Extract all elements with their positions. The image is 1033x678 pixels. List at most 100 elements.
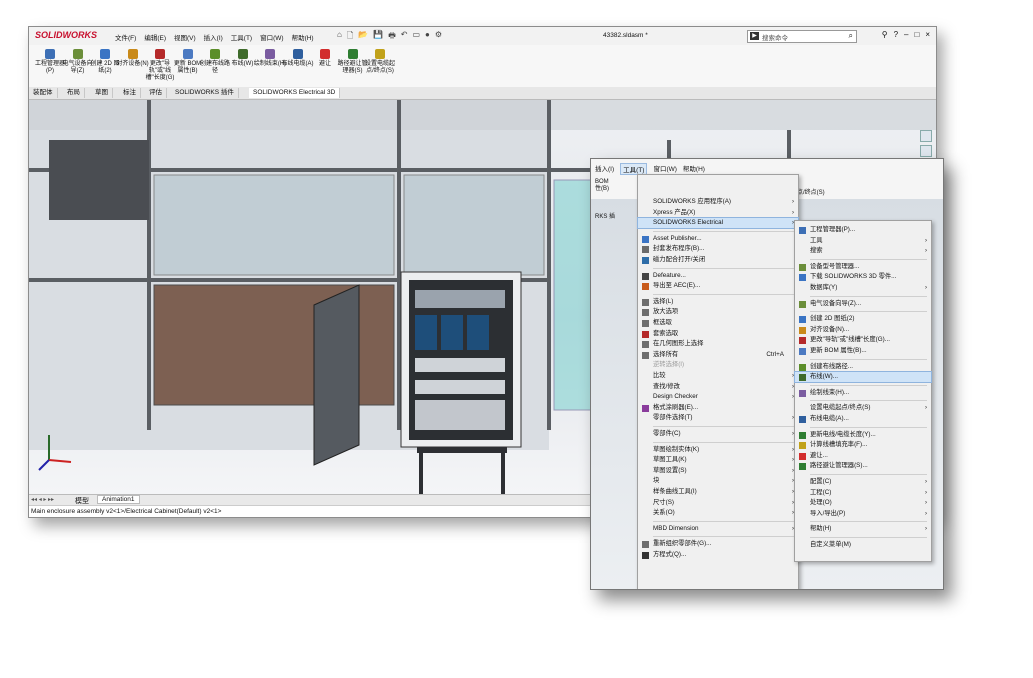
menu-item[interactable]: 搜索 › — [795, 246, 931, 256]
close-icon[interactable]: × — [925, 30, 930, 39]
select-icon[interactable]: ▭ — [412, 30, 420, 44]
ribbon-button[interactable]: 设置电缆起点/终点(S) — [363, 49, 397, 75]
tab-animation1[interactable]: Animation1 — [97, 495, 140, 504]
submenu-arrow-icon: › — [925, 500, 927, 507]
menu-item[interactable]: 更新 BOM 属性(B)... — [795, 346, 931, 356]
menu-item[interactable]: 绘制线束(H)... — [795, 388, 931, 398]
print-icon[interactable]: 🖶 — [388, 30, 396, 44]
menu-item[interactable]: 窗口(W) — [260, 32, 283, 42]
menu-item[interactable]: 插入(I) — [204, 32, 223, 42]
search-icon[interactable]: ⌕ — [849, 31, 853, 41]
menu-item[interactable]: SOLIDWORKS 应用程序(A) › — [638, 197, 798, 207]
menu-item[interactable]: 电气设备向导(Z)... — [795, 299, 931, 309]
menu-item[interactable]: 草图设置(S) › — [638, 466, 798, 476]
home-icon[interactable]: ⌂ — [337, 30, 342, 44]
menu-item[interactable]: Xpress 产品(X) › — [638, 208, 798, 218]
menu-item[interactable]: 零部件(C) › — [638, 429, 798, 439]
tab-2[interactable]: 草图 — [91, 88, 113, 98]
menu-item[interactable]: 工程(C) › — [795, 488, 931, 498]
menu-item[interactable]: 磁力配合打开/关闭 — [638, 255, 798, 265]
menu-item[interactable]: 工具 › — [795, 236, 931, 246]
options-icon[interactable]: ⚙ — [435, 30, 442, 44]
menu-item[interactable]: 查找/修改 › — [638, 382, 798, 392]
menu-item[interactable]: 比较 › — [638, 371, 798, 381]
menu-item[interactable]: 下载 SOLIDWORKS 3D 零件... — [795, 272, 931, 282]
menu-item[interactable]: 工具(T) — [231, 32, 252, 42]
menu-item[interactable]: 选择(L) — [638, 297, 798, 307]
menu-item[interactable]: 帮助(H) › — [795, 524, 931, 534]
menu-item[interactable]: 文件(F) — [115, 32, 136, 42]
menu-item[interactable]: 数据库(Y) › — [795, 283, 931, 293]
restore-icon[interactable]: □ — [914, 30, 919, 39]
menu-item[interactable]: 设备型号管理器... — [795, 262, 931, 272]
menu-item[interactable]: 零部件选择(T) › — [638, 413, 798, 423]
menu-item[interactable]: 样条曲线工具(I) › — [638, 487, 798, 497]
menu-item[interactable]: 方程式(Q)... — [638, 550, 798, 560]
menu-item[interactable]: 更改"导轨"或"线槽"长度(G)... — [795, 335, 931, 345]
menu-item[interactable]: 帮助(H) — [292, 32, 314, 42]
menu-item[interactable]: 更新电线/电缆长度(Y)... — [795, 430, 931, 440]
tab-3[interactable]: 标注 — [119, 88, 141, 98]
menu-item[interactable]: 封套发布程序(B)... — [638, 244, 798, 254]
undo-icon[interactable]: ↶ — [401, 30, 408, 44]
menu-item[interactable]: 放大选项 — [638, 307, 798, 317]
save-icon[interactable]: 💾 — [373, 30, 383, 44]
menu-item[interactable]: 自定义菜单(M) — [795, 540, 931, 550]
menu-item[interactable]: 在几何图形上选择 — [638, 339, 798, 349]
minimize-icon[interactable]: – — [904, 30, 908, 39]
submenu-arrow-icon: › — [925, 526, 927, 533]
menu-item[interactable]: 草图工具(K) › — [638, 455, 798, 465]
rebuild-icon[interactable]: ● — [425, 30, 430, 44]
menu-item[interactable]: 框选取 — [638, 318, 798, 328]
menu-item[interactable]: 设置电缆起点/终点(S) › — [795, 403, 931, 413]
tab-0[interactable]: 装配体 — [29, 88, 58, 98]
menu-item[interactable]: 草图绘制实体(K) › — [638, 445, 798, 455]
menu-item-label: 在几何图形上选择 — [653, 340, 704, 348]
menu-item[interactable]: 编辑(E) — [144, 32, 166, 42]
new-file-icon[interactable]: 🗋 — [347, 30, 353, 44]
menu-item[interactable]: 导入/导出(P) › — [795, 509, 931, 519]
resources-icon[interactable] — [920, 130, 932, 142]
menu-item[interactable]: 路径避让管理器(S)... — [795, 461, 931, 471]
menu-item[interactable]: 套索选取 — [638, 329, 798, 339]
cabinet-stand-top — [417, 447, 507, 453]
menu-item[interactable]: SOLIDWORKS Electrical › — [637, 217, 799, 230]
menu-item[interactable]: 计算线槽填充率(F)... — [795, 440, 931, 450]
help-icon[interactable]: ? — [894, 30, 898, 39]
menu-item[interactable]: 工程管理器(P)... — [795, 225, 931, 235]
tab-scroll-arrows-icon[interactable]: ◂◂ ◂ ▸ ▸▸ — [31, 496, 54, 503]
menu-item[interactable]: 导出至 AEC(E)... — [638, 281, 798, 291]
search-scope-icon[interactable]: ▶ — [750, 32, 759, 40]
menu-item-label: 草图绘制实体(K) — [653, 445, 700, 453]
menu-item[interactable]: 创建 2D 图纸(2) — [795, 314, 931, 324]
search-commands[interactable]: ▶ 搜索命令 ⌕ — [747, 30, 857, 43]
menu-item[interactable]: 选择所有 Ctrl+A — [638, 350, 798, 360]
menu-item[interactable]: 创建布线路径... — [795, 362, 931, 372]
menu-item[interactable]: 对齐设备(N)... — [795, 325, 931, 335]
tab-5[interactable]: SOLIDWORKS 插件 — [171, 88, 239, 98]
tab-6[interactable]: SOLIDWORKS Electrical 3D — [249, 88, 341, 98]
home-pane-icon[interactable] — [920, 145, 932, 157]
menu-item[interactable]: 避让... — [795, 451, 931, 461]
menu-item[interactable]: Design Checker › — [638, 392, 798, 402]
menu-item[interactable]: Asset Publisher... — [638, 234, 798, 244]
menu-item[interactable]: Defeature... — [638, 271, 798, 281]
menu-item[interactable]: 格式涂刷器(E)... — [638, 403, 798, 413]
tools-menu-dropdown: SOLIDWORKS 应用程序(A) › Xpress 产品(X) › SOLIDWOR… — [637, 174, 799, 589]
menu-item[interactable]: 布线电缆(A)... — [795, 414, 931, 424]
menu-item[interactable]: 配置(C) › — [795, 477, 931, 487]
tab-1[interactable]: 布局 — [63, 88, 85, 98]
menu-item[interactable]: MBD Dimension › — [638, 524, 798, 534]
menu-item[interactable]: 块 › — [638, 476, 798, 486]
menu-item[interactable]: 尺寸(S) › — [638, 498, 798, 508]
user-icon[interactable]: ⚲ — [882, 30, 888, 39]
open-file-icon[interactable]: 📂 — [358, 30, 368, 44]
menu-item[interactable]: 重新组织零部件(G)... — [638, 539, 798, 549]
tab-4[interactable]: 评估 — [145, 88, 167, 98]
menu-item[interactable]: 视图(V) — [174, 32, 196, 42]
menu-item-icon — [799, 326, 806, 334]
menu-item[interactable]: 布线(W)... — [794, 371, 932, 384]
menu-item[interactable]: 关系(O) › — [638, 508, 798, 518]
zoom-menu-item[interactable]: 插入(I) — [595, 163, 614, 175]
menu-item[interactable]: 处理(O) › — [795, 498, 931, 508]
